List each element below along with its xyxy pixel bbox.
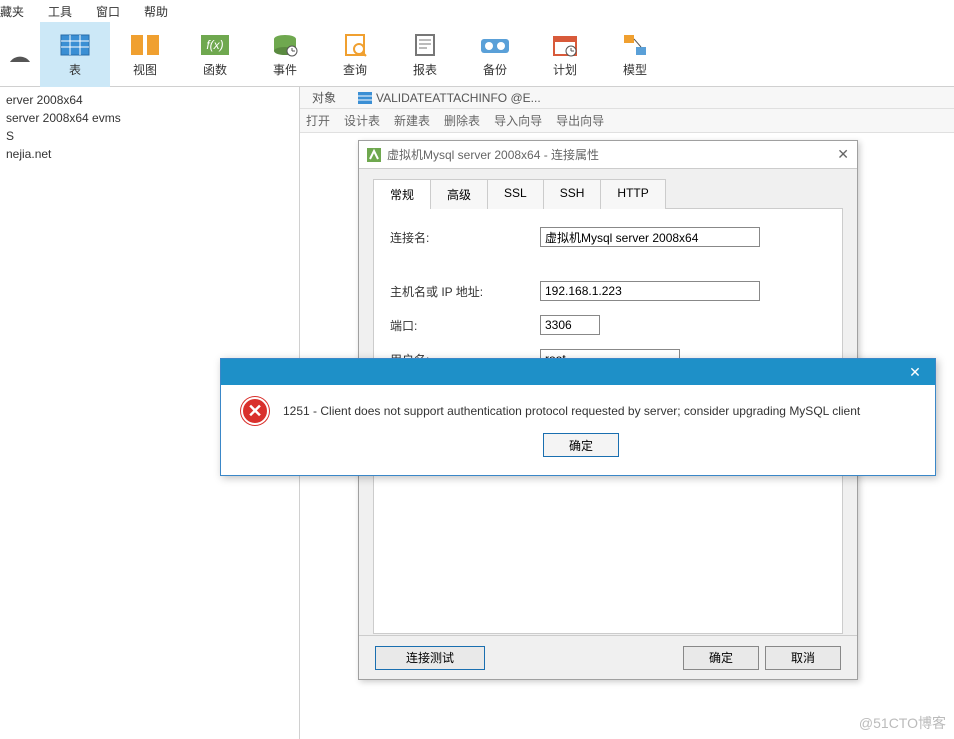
tool-other[interactable] — [0, 22, 40, 87]
tool-function[interactable]: f(x) 函数 — [180, 22, 250, 87]
query-icon — [339, 31, 371, 59]
cancel-button[interactable]: 取消 — [765, 646, 841, 670]
error-message: 1251 - Client does not support authentic… — [283, 397, 860, 419]
dialog-footer: 连接测试 确定 取消 — [359, 635, 857, 679]
tab-http[interactable]: HTTP — [600, 179, 665, 209]
tool-view[interactable]: 视图 — [110, 22, 180, 87]
label-connection-name: 连接名: — [390, 229, 540, 246]
btn-export-wizard[interactable]: 导出向导 — [556, 112, 604, 129]
tool-function-label: 函数 — [203, 61, 227, 78]
tree-item[interactable]: server 2008x64 evms — [6, 109, 293, 127]
btn-import-wizard[interactable]: 导入向导 — [494, 112, 542, 129]
tool-model-label: 模型 — [623, 61, 647, 78]
dialog-titlebar[interactable]: 虚拟机Mysql server 2008x64 - 连接属性 ✕ — [359, 141, 857, 169]
error-dialog: ✕ ✕ 1251 - Client does not support authe… — [220, 358, 936, 476]
tool-schedule[interactable]: 计划 — [530, 22, 600, 87]
menu-favorites[interactable]: 藏夹 — [0, 3, 24, 20]
close-icon[interactable]: ✕ — [837, 146, 849, 163]
menu-help[interactable]: 帮助 — [144, 3, 168, 20]
error-icon: ✕ — [241, 397, 269, 425]
tool-model[interactable]: 模型 — [600, 22, 670, 87]
label-port: 端口: — [390, 317, 540, 334]
tool-query[interactable]: 查询 — [320, 22, 390, 87]
ok-button[interactable]: 确定 — [683, 646, 759, 670]
backup-icon — [479, 31, 511, 59]
error-close-icon[interactable]: ✕ — [901, 362, 929, 382]
table-icon — [59, 31, 91, 59]
schedule-icon — [549, 31, 581, 59]
error-footer: 确定 — [221, 429, 935, 467]
svg-text:f(x): f(x) — [206, 38, 223, 52]
tab-open-file-label: VALIDATEATTACHINFO @E... — [376, 91, 541, 105]
tool-schedule-label: 计划 — [553, 61, 577, 78]
tool-report[interactable]: 报表 — [390, 22, 460, 87]
sub-toolbar: 打开 设计表 新建表 删除表 导入向导 导出向导 — [300, 109, 954, 133]
view-icon — [129, 31, 161, 59]
label-host: 主机名或 IP 地址: — [390, 283, 540, 300]
tool-query-label: 查询 — [343, 61, 367, 78]
btn-open-table[interactable]: 打开 — [306, 112, 330, 129]
menu-tools[interactable]: 工具 — [48, 3, 72, 20]
error-body: ✕ 1251 - Client does not support authent… — [221, 385, 935, 429]
error-ok-button[interactable]: 确定 — [543, 433, 619, 457]
btn-new-table[interactable]: 新建表 — [394, 112, 430, 129]
dialog-title: 虚拟机Mysql server 2008x64 - 连接属性 — [387, 146, 599, 163]
tree-item[interactable]: nejia.net — [6, 145, 293, 163]
app-icon — [367, 148, 381, 162]
test-connection-button[interactable]: 连接测试 — [375, 646, 485, 670]
tool-event[interactable]: 事件 — [250, 22, 320, 87]
tab-open-file[interactable]: VALIDATEATTACHINFO @E... — [352, 89, 547, 107]
tool-event-label: 事件 — [273, 61, 297, 78]
object-tabs: 对象 VALIDATEATTACHINFO @E... — [300, 87, 954, 109]
tab-objects[interactable]: 对象 — [306, 87, 342, 108]
tab-ssl[interactable]: SSL — [487, 179, 544, 209]
tool-table[interactable]: 表 — [40, 22, 110, 87]
watermark: @51CTO博客 — [859, 713, 946, 733]
menu-window[interactable]: 窗口 — [96, 3, 120, 20]
function-icon: f(x) — [199, 31, 231, 59]
input-port[interactable] — [540, 315, 600, 335]
model-icon — [619, 31, 651, 59]
btn-delete-table[interactable]: 删除表 — [444, 112, 480, 129]
tool-view-label: 视图 — [133, 61, 157, 78]
menubar: 藏夹 工具 窗口 帮助 — [0, 0, 954, 22]
error-titlebar[interactable]: ✕ — [221, 359, 935, 385]
btn-design-table[interactable]: 设计表 — [344, 112, 380, 129]
main-toolbar: 表 视图 f(x) 函数 事件 查询 报表 备份 — [0, 22, 954, 87]
report-icon — [409, 31, 441, 59]
table-small-icon — [358, 92, 372, 104]
tool-backup[interactable]: 备份 — [460, 22, 530, 87]
tool-report-label: 报表 — [413, 61, 437, 78]
event-icon — [269, 31, 301, 59]
tab-general[interactable]: 常规 — [373, 179, 431, 209]
generic-icon — [4, 40, 36, 68]
dialog-tabs: 常规 高级 SSL SSH HTTP — [373, 179, 843, 209]
tab-ssh[interactable]: SSH — [543, 179, 602, 209]
tree-item[interactable]: erver 2008x64 — [6, 91, 293, 109]
input-connection-name[interactable] — [540, 227, 760, 247]
tool-backup-label: 备份 — [483, 61, 507, 78]
tool-table-label: 表 — [69, 61, 81, 78]
input-host[interactable] — [540, 281, 760, 301]
tree-item[interactable]: S — [6, 127, 293, 145]
tab-advanced[interactable]: 高级 — [430, 179, 488, 209]
